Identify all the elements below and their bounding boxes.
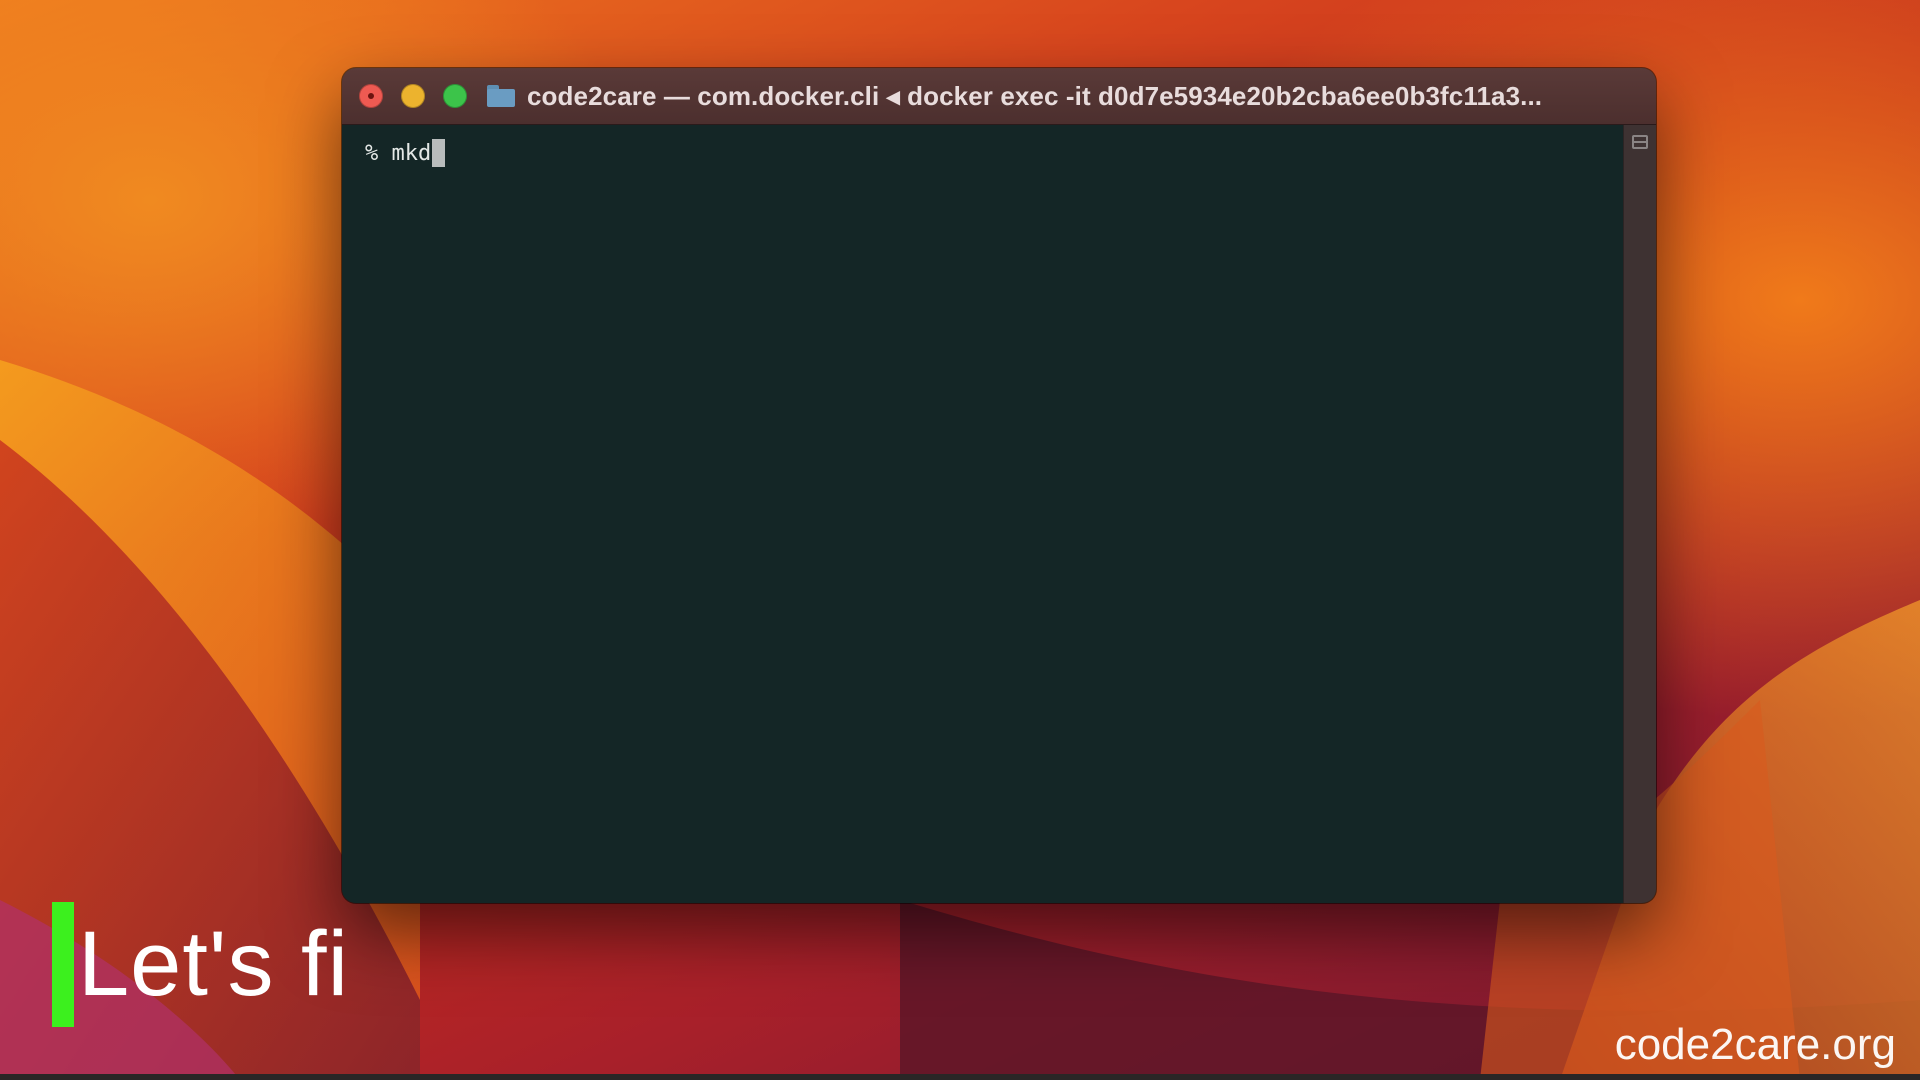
command-text: mkd (391, 140, 432, 166)
caption-accent-bar (52, 902, 74, 1027)
folder-icon (487, 85, 515, 107)
split-pane-icon[interactable] (1632, 135, 1648, 149)
maximize-button[interactable] (443, 84, 467, 108)
caption-text: Let's fi (78, 913, 350, 1015)
terminal-content[interactable]: % mkd (342, 125, 1624, 903)
scrollbar[interactable] (1623, 125, 1656, 903)
window-title-group: code2care — com.docker.cli ◂ docker exec… (487, 81, 1542, 112)
terminal-window[interactable]: code2care — com.docker.cli ◂ docker exec… (342, 68, 1656, 903)
video-caption: Let's fi (52, 902, 349, 1027)
window-controls (342, 84, 467, 108)
watermark: code2care.org (1614, 1020, 1896, 1069)
minimize-button[interactable] (401, 84, 425, 108)
prompt-symbol: % (365, 140, 379, 166)
bottom-strip (0, 1074, 1920, 1080)
title-bar[interactable]: code2care — com.docker.cli ◂ docker exec… (342, 68, 1656, 125)
text-cursor (432, 139, 446, 167)
prompt-line: % mkd (365, 139, 446, 167)
window-title: code2care — com.docker.cli ◂ docker exec… (527, 80, 1543, 111)
close-button[interactable] (359, 84, 383, 108)
